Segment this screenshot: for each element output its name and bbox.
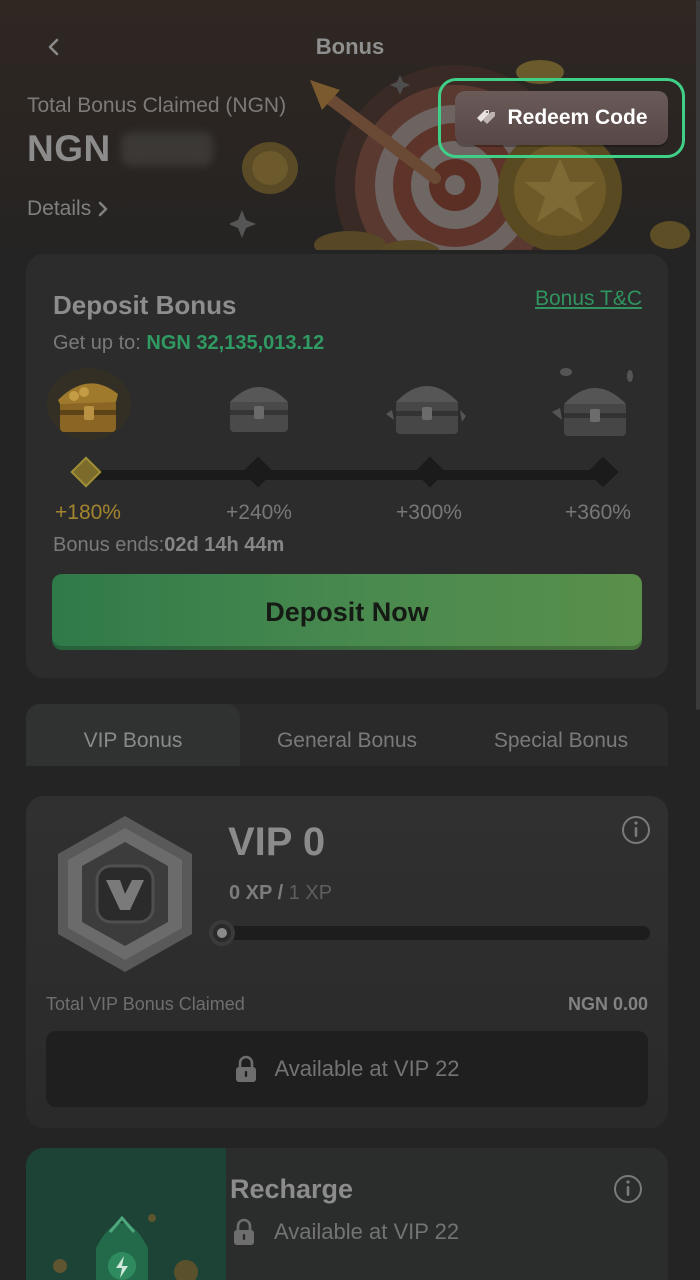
details-link[interactable]: Details	[27, 197, 109, 221]
tier-label-3: +300%	[396, 501, 462, 524]
vip-locked-label: Available at VIP 22	[274, 1056, 460, 1081]
details-label: Details	[27, 197, 92, 220]
chevron-right-icon	[98, 201, 108, 217]
vip-card: VIP 0 0 XP / 1 XP Total VIP Bonus Claime…	[26, 796, 668, 1128]
recharge-card: Recharge Available at VIP 22	[26, 1148, 668, 1280]
tier-node-3	[414, 456, 446, 488]
recharge-title: Recharge	[230, 1174, 354, 1204]
total-bonus-value: NGN	[27, 128, 213, 170]
page-title: Bonus	[315, 34, 385, 59]
bonus-page: Bonus Total Bonus Claimed (NGN) NGN Deta…	[0, 0, 700, 1280]
vip-progress-track	[214, 926, 650, 940]
tier-node-4	[587, 456, 619, 488]
tier-label-1: +180%	[55, 501, 121, 524]
lock-icon	[236, 1055, 257, 1082]
vip-total-value: NGN 0.00	[567, 994, 648, 1014]
redeem-code-button[interactable]: Redeem Code	[455, 91, 668, 145]
vip-xp: 0 XP / 1 XP	[229, 882, 332, 905]
tier-label-2: +240%	[226, 501, 292, 524]
bonus-tabs: VIP Bonus General Bonus Special Bonus	[26, 704, 668, 766]
get-up-to-amount: NGN 32,135,013.12	[146, 332, 325, 354]
lock-icon	[234, 1218, 254, 1245]
tab-vip-bonus[interactable]: VIP Bonus	[26, 704, 240, 766]
vip-level: VIP 0	[228, 820, 326, 864]
vip-xp-target: 1 XP	[288, 882, 333, 904]
bonus-ends-countdown: 02d 14h 44m	[164, 534, 285, 556]
info-icon[interactable]	[612, 1173, 644, 1205]
get-up-to: Get up to: NGN 32,135,013.12	[53, 332, 324, 355]
total-bonus-label: Total Bonus Claimed (NGN)	[27, 94, 287, 117]
vip-progress-knob	[209, 920, 235, 946]
vip-locked-button[interactable]: Available at VIP 22	[46, 1031, 648, 1107]
total-bonus-currency: NGN	[27, 128, 111, 169]
hidden-amount-blur	[120, 132, 213, 166]
tier-progress-track	[86, 470, 606, 480]
tag-icon	[477, 110, 496, 124]
bonus-ends-label: Bonus ends:	[53, 534, 165, 556]
bonus-hero: Bonus Total Bonus Claimed (NGN) NGN Deta…	[0, 0, 700, 250]
tier-node-1	[70, 456, 102, 488]
vip-xp-current: 0 XP	[229, 882, 272, 904]
tab-special-bonus[interactable]: Special Bonus	[454, 704, 668, 766]
silver-chest-icon	[230, 387, 288, 432]
vip-total-label: Total VIP Bonus Claimed	[46, 994, 245, 1014]
vip-badge-icon	[58, 816, 192, 972]
tier-label-4: +360%	[565, 501, 631, 524]
deposit-bonus-card: Deposit Bonus Bonus T&C Get up to: NGN 3…	[26, 254, 668, 678]
tier-node-2	[242, 456, 274, 488]
bonus-tc-link[interactable]: Bonus T&C	[535, 287, 642, 311]
deposit-now-button[interactable]: Deposit Now	[52, 574, 642, 650]
scrollbar[interactable]	[696, 0, 700, 710]
recharge-locked-label: Available at VIP 22	[274, 1219, 460, 1244]
silver-chest-icon	[552, 368, 633, 436]
vip-xp-separator: /	[277, 882, 284, 904]
bonus-ends: Bonus ends:02d 14h 44m	[53, 534, 284, 557]
info-icon[interactable]	[620, 814, 652, 846]
redeem-code-label: Redeem Code	[507, 106, 648, 129]
recharge-locked: Available at VIP 22	[232, 1218, 459, 1246]
silver-chest-icon	[386, 386, 466, 434]
tab-general-bonus[interactable]: General Bonus	[240, 704, 454, 766]
get-up-to-label: Get up to:	[53, 332, 141, 354]
deposit-bonus-title: Deposit Bonus	[53, 290, 237, 320]
gold-chest-icon	[47, 368, 131, 440]
rocket-icon	[26, 1148, 226, 1280]
